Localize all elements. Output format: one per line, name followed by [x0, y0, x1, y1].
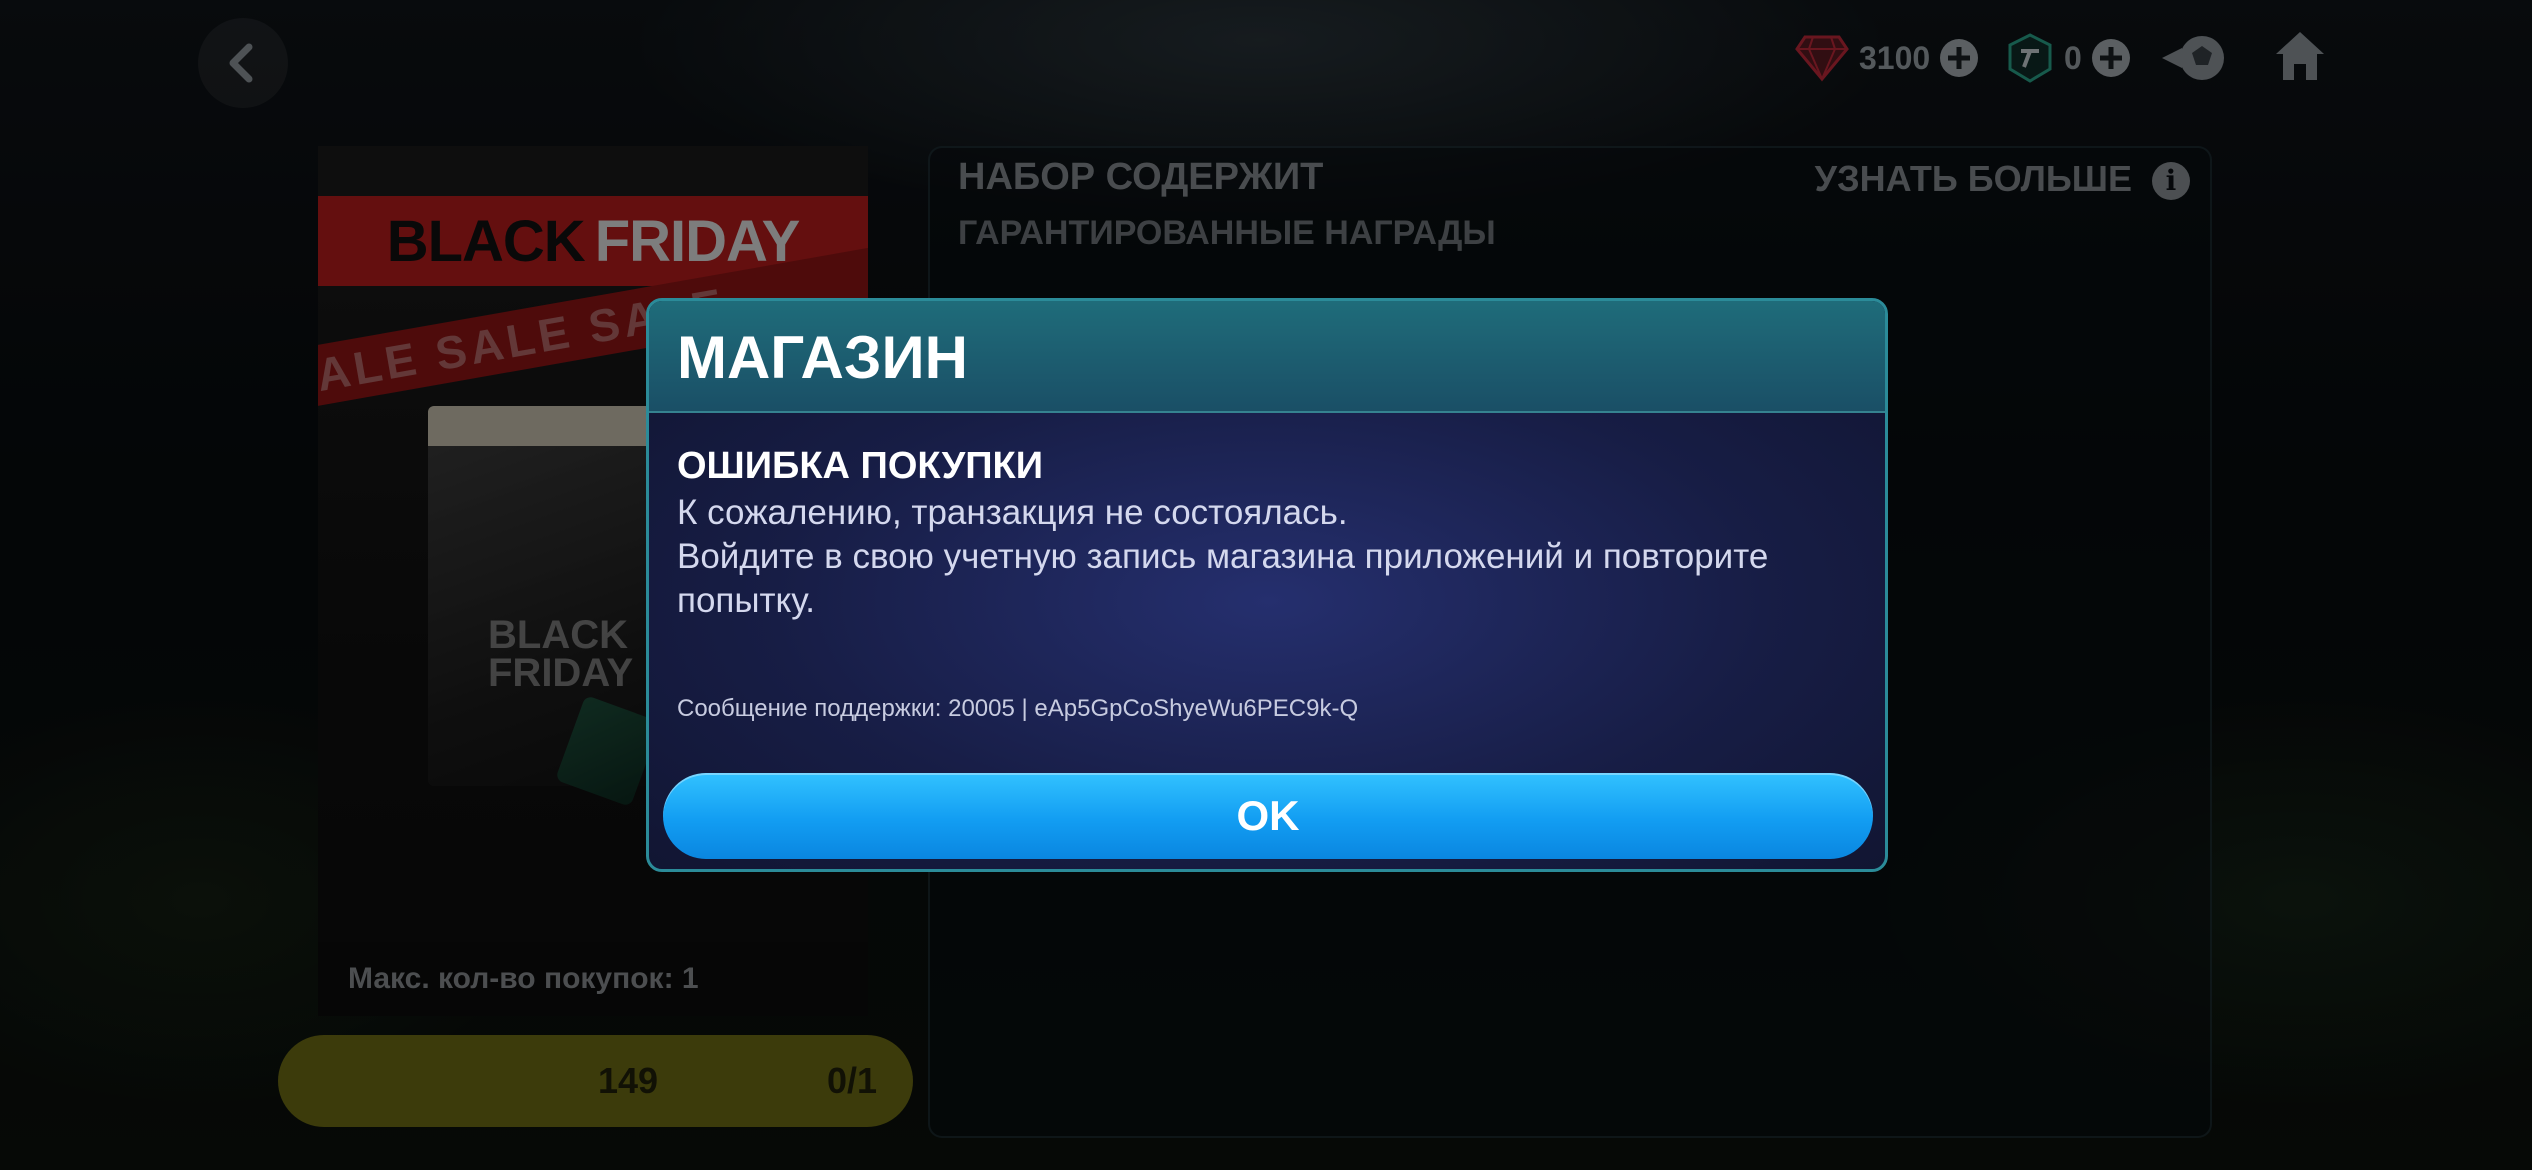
purchase-error-dialog: МАГАЗИН ОШИБКА ПОКУПКИ К сожалению, тран…	[646, 298, 1888, 872]
error-line-2: Войдите в свою учетную запись магазина п…	[677, 537, 1769, 620]
dialog-header: МАГАЗИН	[649, 301, 1885, 413]
error-title: ОШИБКА ПОКУПКИ	[677, 445, 1044, 487]
dialog-title: МАГАЗИН	[677, 324, 968, 391]
support-message: Сообщение поддержки: 20005 | eAp5GpCoShy…	[677, 695, 1359, 722]
error-message: К сожалению, транзакция не состоялась. В…	[677, 491, 1857, 623]
ok-button[interactable]: OK	[663, 773, 1873, 859]
error-line-1: К сожалению, транзакция не состоялась.	[677, 493, 1348, 532]
